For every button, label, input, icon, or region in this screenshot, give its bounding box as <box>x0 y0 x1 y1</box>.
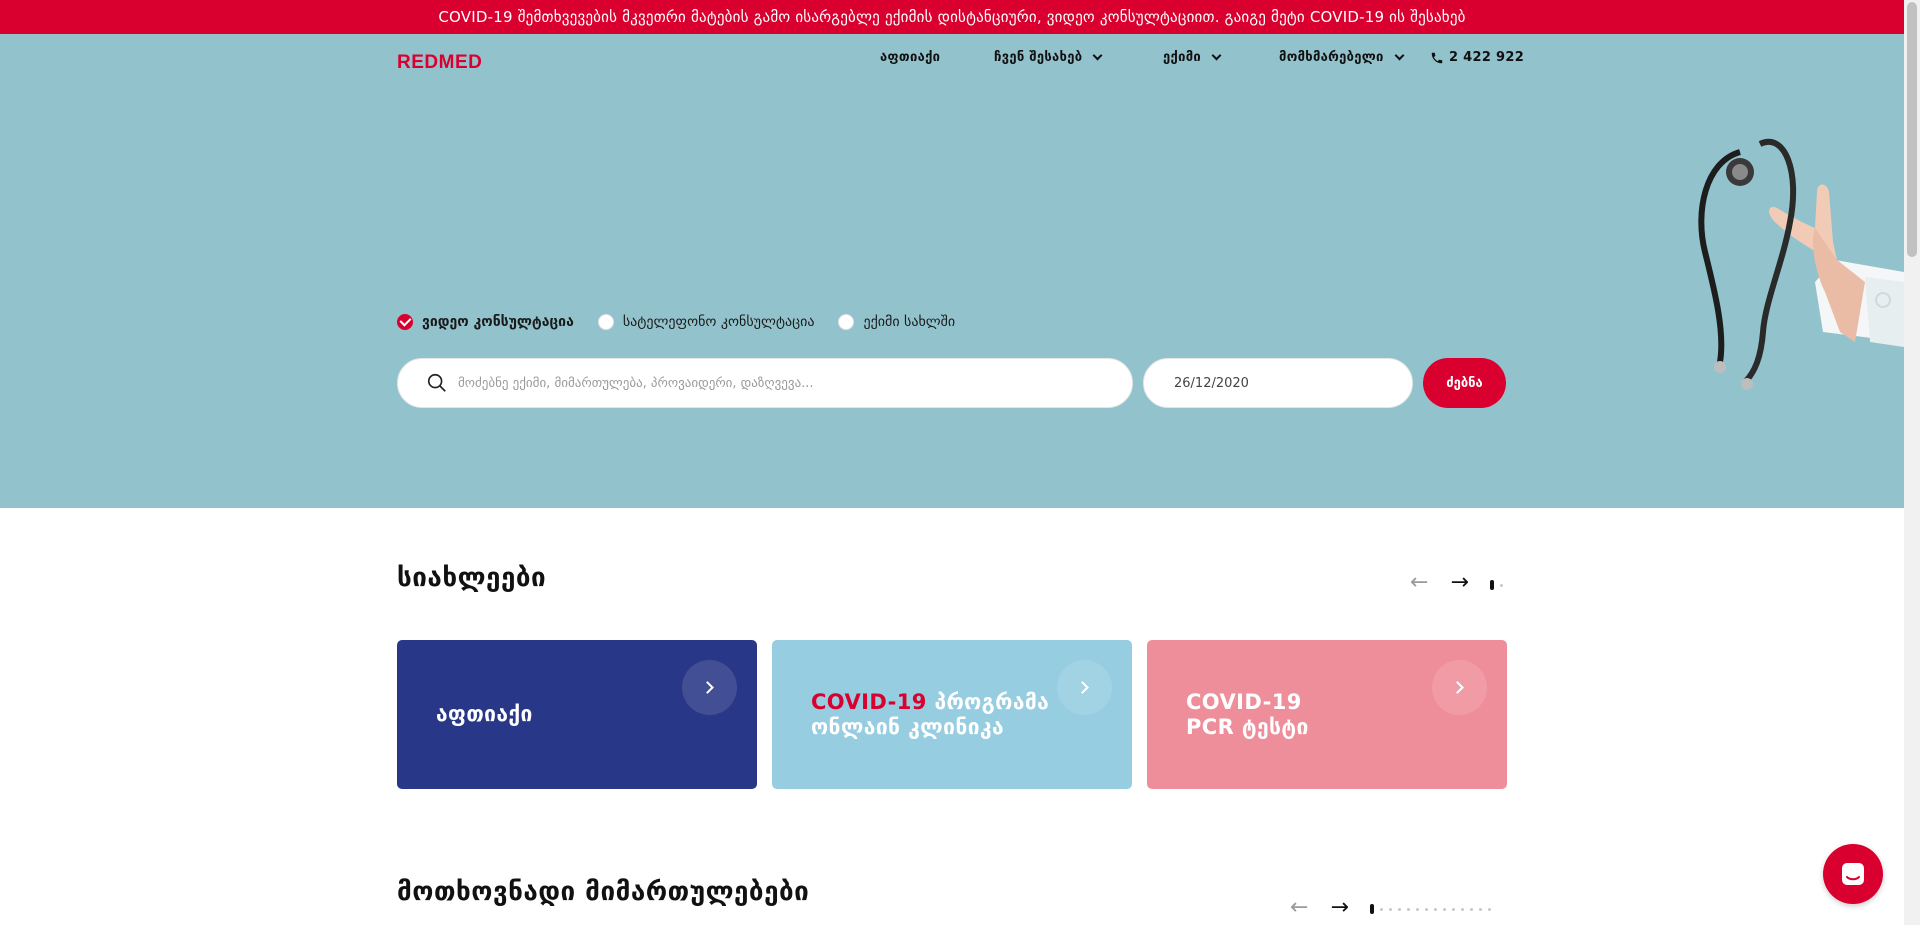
chevron-right-icon <box>1451 681 1464 694</box>
card-title-line1: COVID-19 <box>1186 689 1302 714</box>
nav-pharmacy-label: აფთიაქი <box>880 50 941 65</box>
pagination-dot[interactable] <box>1488 907 1491 911</box>
nav-doctor-label: ექიმი <box>1163 50 1202 65</box>
pagination-dot[interactable] <box>1500 583 1503 587</box>
card-title: COVID-19 PCR ტესტი <box>1186 690 1309 740</box>
page: COVID-19 შემთხვევების მკვეთრი მატების გა… <box>0 0 1904 925</box>
radio-unchecked-icon <box>838 314 855 330</box>
news-card-covid-program[interactable]: COVID-19 პროგრამა ონლაინ კლინიკა <box>772 640 1132 789</box>
pagination-dot[interactable] <box>1398 907 1401 911</box>
date-field[interactable]: 26/12/2020 <box>1143 358 1413 408</box>
radio-label: ექიმი სახლში <box>863 314 956 330</box>
announcement-text[interactable]: COVID-19 შემთხვევების მკვეთრი მატების გა… <box>438 8 1465 26</box>
card-arrow-button[interactable] <box>1057 660 1112 715</box>
phone-number: 2 422 922 <box>1449 50 1525 65</box>
search-input[interactable] <box>458 375 1098 391</box>
directions-arrows: ← → <box>1290 897 1349 919</box>
directions-pagination <box>1370 904 1491 914</box>
pagination-dot[interactable] <box>1407 907 1410 911</box>
date-value: 26/12/2020 <box>1174 375 1249 391</box>
arrow-right-icon[interactable]: → <box>1330 897 1348 919</box>
hero-section <box>0 34 1904 508</box>
pagination-dot[interactable] <box>1389 907 1392 911</box>
pagination-dot[interactable] <box>1370 904 1374 914</box>
arrow-right-icon[interactable]: → <box>1450 572 1468 594</box>
card-arrow-button[interactable] <box>1432 660 1487 715</box>
redmed-logo[interactable]: REDMED <box>397 52 482 74</box>
card-arrow-button[interactable] <box>682 660 737 715</box>
nav-about[interactable]: ჩვენ შესახებ <box>994 50 1103 65</box>
card-title: COVID-19 პროგრამა ონლაინ კლინიკა <box>811 690 1049 740</box>
arrow-left-icon[interactable]: ← <box>1410 572 1428 594</box>
card-highlight: COVID-19 <box>811 689 927 714</box>
news-card-pcr-test[interactable]: COVID-19 PCR ტესტი <box>1147 640 1507 789</box>
chevron-down-icon <box>1394 50 1405 61</box>
nav-phone[interactable]: 2 422 922 <box>1430 50 1524 65</box>
news-pagination <box>1490 580 1503 590</box>
search-box <box>397 358 1133 408</box>
radio-phone-consultation[interactable]: სატელეფონო კონსულტაცია <box>597 314 815 330</box>
chevron-down-icon <box>1211 50 1222 61</box>
page-scrollbar[interactable] <box>1904 0 1920 925</box>
card-title-line2: ონლაინ კლინიკა <box>811 714 1005 739</box>
announcement-bar[interactable]: COVID-19 შემთხვევების მკვეთრი მატების გა… <box>0 0 1904 34</box>
pagination-dot[interactable] <box>1425 907 1428 911</box>
card-title-line1: პროგრამა <box>926 689 1050 714</box>
radio-unchecked-icon <box>597 314 614 330</box>
directions-title: მოთხოვნადი მიმართულებები <box>397 877 810 907</box>
news-title: სიახლეები <box>397 563 547 593</box>
news-card-pharmacy[interactable]: აფთიაქი <box>397 640 757 789</box>
chevron-down-icon <box>1092 50 1103 61</box>
radio-home-doctor[interactable]: ექიმი სახლში <box>838 314 955 330</box>
nav-pharmacy[interactable]: აფთიაქი <box>880 50 940 65</box>
radio-label: ვიდეო კონსულტაცია <box>422 314 574 330</box>
news-arrows: ← → <box>1410 572 1469 594</box>
phone-icon <box>1431 52 1443 63</box>
consult-type-group: ვიდეო კონსულტაცია სატელეფონო კონსულტაცია… <box>397 314 979 330</box>
nav-user[interactable]: მომხმარებელი <box>1279 50 1405 65</box>
radio-video-consultation[interactable]: ვიდეო კონსულტაცია <box>397 314 574 330</box>
chat-launcher-button[interactable] <box>1823 844 1883 904</box>
radio-label: სატელეფონო კონსულტაცია <box>622 314 815 330</box>
pagination-dot[interactable] <box>1470 907 1473 911</box>
pagination-dot[interactable] <box>1461 907 1464 911</box>
pagination-dot[interactable] <box>1452 907 1455 911</box>
pagination-dot[interactable] <box>1434 907 1437 911</box>
scrollbar-thumb[interactable] <box>1907 2 1917 257</box>
pagination-dot[interactable] <box>1490 580 1494 590</box>
chevron-right-icon <box>701 681 714 694</box>
search-button[interactable]: ძებნა <box>1423 358 1506 408</box>
stethoscope-image <box>1698 139 1904 390</box>
chat-icon <box>1842 863 1864 885</box>
arrow-left-icon[interactable]: ← <box>1290 897 1308 919</box>
pagination-dot[interactable] <box>1416 907 1419 911</box>
pagination-dot[interactable] <box>1443 907 1446 911</box>
pagination-dot[interactable] <box>1479 907 1482 911</box>
card-title: აფთიაქი <box>436 702 533 726</box>
nav-user-label: მომხმარებელი <box>1279 50 1384 65</box>
radio-checked-icon <box>397 314 413 330</box>
nav-about-label: ჩვენ შესახებ <box>994 50 1083 65</box>
search-icon <box>427 373 446 392</box>
nav-doctor[interactable]: ექიმი <box>1163 50 1222 65</box>
chevron-right-icon <box>1076 681 1089 694</box>
pagination-dot[interactable] <box>1380 907 1383 911</box>
card-title-line2: PCR ტესტი <box>1186 714 1309 739</box>
